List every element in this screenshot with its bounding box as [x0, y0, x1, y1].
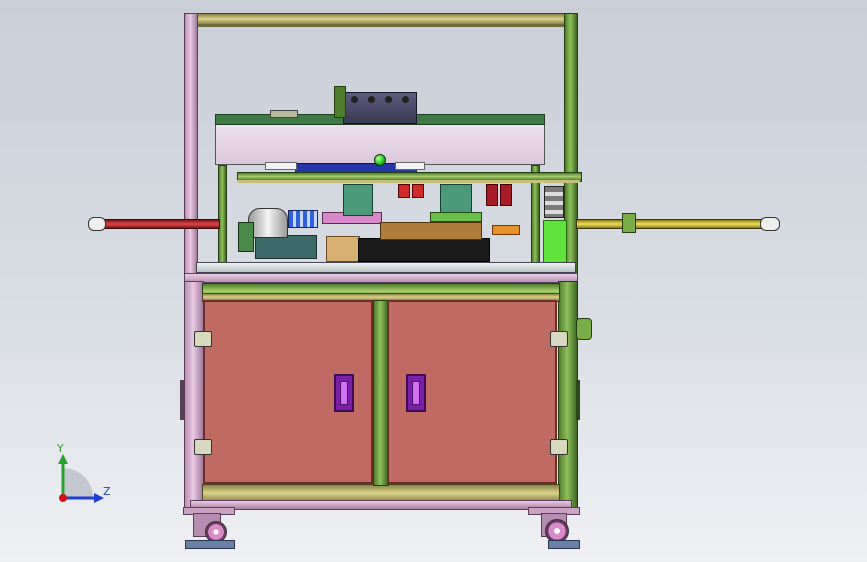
right-caster-foot — [548, 540, 580, 549]
blue-sensors — [288, 210, 318, 228]
left-rail-end — [88, 217, 106, 231]
cylinder-unit — [248, 208, 288, 238]
hinge-left-top — [194, 331, 212, 347]
green-guide — [430, 212, 482, 222]
green-status-lamp-icon — [374, 154, 386, 166]
red-block-1 — [398, 184, 410, 198]
left-side-vent — [180, 380, 184, 420]
right-green-panel — [543, 220, 567, 267]
hood-left-plate — [270, 110, 298, 118]
hinge-right-top — [550, 331, 568, 347]
orange-arm — [492, 225, 520, 235]
connector-1 — [351, 96, 358, 103]
white-tab-left — [265, 162, 297, 170]
right-rail-block — [622, 213, 636, 233]
left-upper-post — [184, 13, 198, 285]
left-rail — [100, 219, 220, 229]
black-fixture — [358, 238, 490, 262]
work-plate — [196, 262, 576, 273]
left-lower-post — [184, 281, 204, 508]
work-plate-edge — [184, 273, 578, 283]
top-beam-lower — [196, 24, 564, 27]
right-rail-end — [760, 217, 780, 231]
connector-2 — [368, 96, 375, 103]
red-block-2 — [412, 184, 424, 198]
red-block-4 — [500, 184, 512, 206]
mechanism-base — [255, 235, 317, 259]
red-block-3 — [486, 184, 498, 206]
left-caster-foot — [185, 540, 235, 549]
hinge-left-bottom — [194, 439, 212, 455]
gear-block — [238, 222, 254, 252]
inner-left-post — [218, 165, 227, 267]
right-sensor-stack — [544, 186, 564, 218]
press-head-left — [343, 184, 373, 216]
fixture-top — [380, 222, 482, 240]
left-door-handle[interactable] — [334, 374, 354, 412]
triad-y-label: Y — [57, 442, 64, 455]
tan-table — [326, 236, 360, 262]
cabinet-bottom-plate — [190, 500, 572, 510]
connector-3 — [385, 96, 392, 103]
side-knob[interactable] — [576, 318, 592, 340]
white-tab-right — [395, 162, 425, 170]
mid-cross-beam-shadow — [237, 180, 580, 183]
right-rail — [576, 219, 768, 229]
connector-4 — [402, 96, 409, 103]
right-lower-post — [558, 281, 578, 508]
side-vent — [576, 380, 580, 420]
hinge-right-bottom — [550, 439, 568, 455]
coordinate-triad-icon: Y Z — [50, 440, 120, 510]
triad-z-label: Z — [103, 485, 111, 498]
control-box-bracket — [334, 86, 346, 118]
model-viewport[interactable] — [0, 0, 867, 562]
right-door-handle[interactable] — [406, 374, 426, 412]
